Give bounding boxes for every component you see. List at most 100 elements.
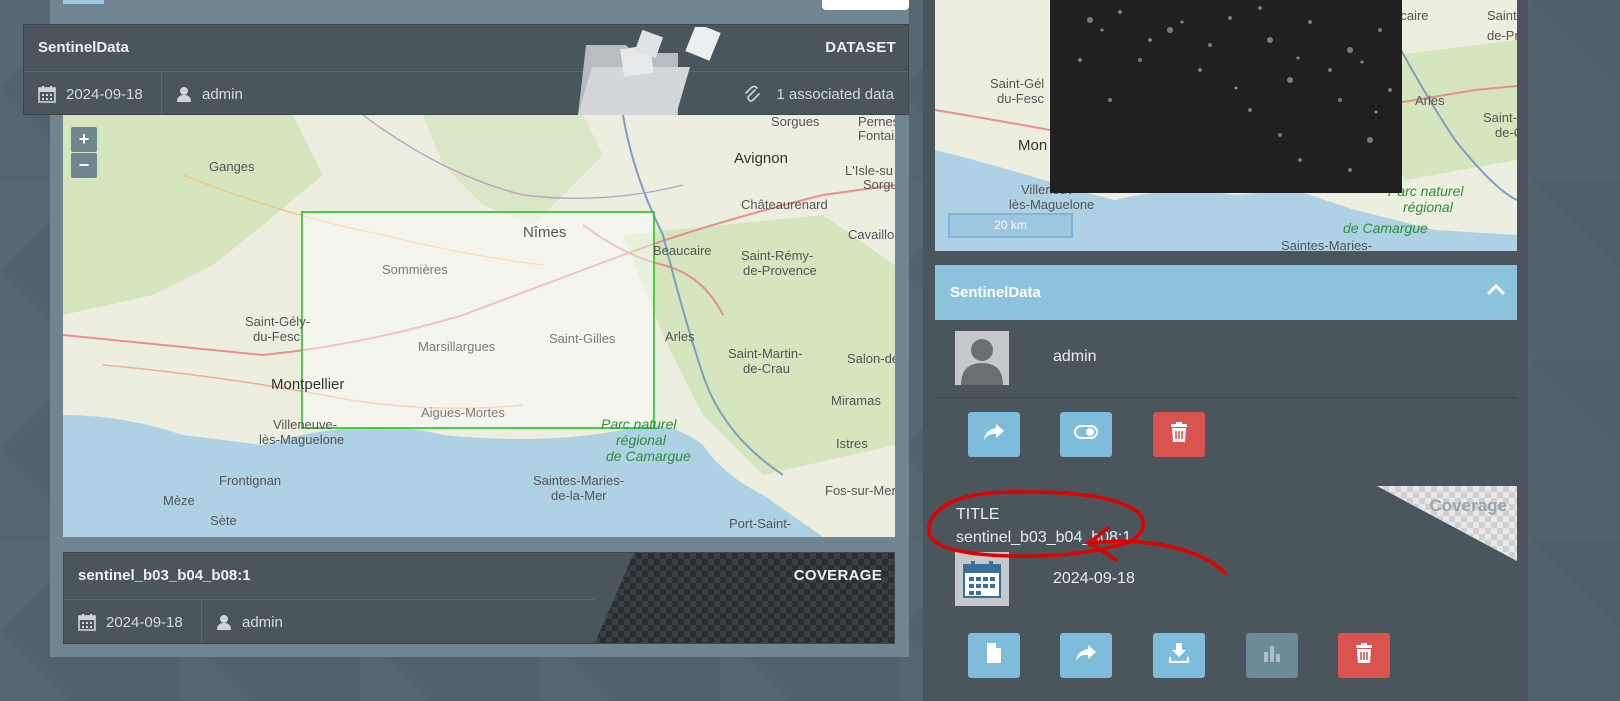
delete-dataset-button[interactable] — [1153, 412, 1205, 457]
share-coverage-button[interactable] — [1060, 633, 1112, 678]
coverage-owner: admin — [216, 600, 283, 643]
svg-text:Villeneuve-: Villeneuve- — [273, 417, 337, 432]
svg-text:Beaucaire: Beaucaire — [653, 243, 712, 258]
svg-text:lès-Maguelone: lès-Maguelone — [259, 432, 344, 447]
svg-text:Fontai: Fontai — [858, 128, 894, 143]
statistics-button[interactable] — [1246, 633, 1298, 678]
panel-title: SentinelData — [950, 284, 1041, 301]
avatar — [955, 331, 1009, 385]
svg-text:lès-Maguelone: lès-Maguelone — [1009, 197, 1094, 212]
download-icon — [1168, 643, 1190, 668]
svg-text:Saint-Gély-: Saint-Gély- — [245, 314, 310, 329]
svg-text:Sorgues: Sorgues — [771, 115, 820, 129]
svg-text:Ganges: Ganges — [209, 159, 255, 174]
zoom-out-button[interactable]: − — [71, 153, 97, 178]
toggle-button[interactable] — [1060, 412, 1112, 457]
dataset-type-label: DATASET — [825, 39, 896, 56]
svg-text:Salon-de: Salon-de — [847, 351, 895, 366]
svg-text:Aigues-Mortes: Aigues-Mortes — [421, 405, 505, 420]
title-value: sentinel_b03_b04_b08:1 — [956, 529, 1132, 546]
dataset-owner-text: admin — [202, 85, 243, 103]
svg-text:Saint-M: Saint-M — [1483, 110, 1517, 125]
svg-text:de Camargue: de Camargue — [606, 448, 691, 464]
user-icon — [176, 86, 192, 102]
folder-icon — [578, 27, 721, 115]
svg-text:Parc naturel: Parc naturel — [601, 416, 677, 432]
trash-icon — [1170, 422, 1188, 447]
svg-text:de-Crau: de-Crau — [743, 361, 790, 376]
svg-text:Mèze: Mèze — [163, 493, 195, 508]
svg-text:Saint-: Saint- — [1487, 8, 1517, 23]
svg-text:Fos-sur-Mer: Fos-sur-Mer — [825, 483, 895, 498]
svg-text:de-Provence: de-Provence — [743, 263, 817, 278]
svg-text:Istres: Istres — [836, 436, 868, 451]
dataset-map[interactable]: Sorgues Pernes Fontai Ganges Avignon L'I… — [63, 115, 895, 537]
svg-text:du-Fesc: du-Fesc — [997, 91, 1044, 106]
coverage-owner-text: admin — [242, 613, 283, 631]
svg-text:Frontignan: Frontignan — [219, 473, 281, 488]
svg-text:Marsillargues: Marsillargues — [418, 339, 496, 354]
scale-bar: 20 km — [948, 213, 1073, 238]
svg-text:Mon: Mon — [1018, 137, 1047, 154]
dataset-title[interactable]: SentinelData — [38, 39, 129, 56]
coverage-actions — [935, 621, 1517, 691]
coverage-panel-date: 2024-09-18 — [1053, 570, 1135, 587]
toggle-icon — [1074, 425, 1098, 444]
coverage-date-text: 2024-09-18 — [106, 613, 183, 631]
dataset-panel-header[interactable]: SentinelData — [935, 265, 1517, 320]
divider — [201, 600, 202, 643]
title-key: TITLE — [956, 506, 1000, 523]
view-metadata-button[interactable] — [968, 633, 1020, 678]
svg-text:Avignon: Avignon — [734, 150, 788, 167]
divider — [161, 72, 162, 116]
chevron-up-icon[interactable] — [1487, 282, 1505, 301]
share-icon — [1075, 644, 1097, 667]
calendar-icon — [38, 85, 56, 103]
owner-name: admin — [1053, 348, 1097, 365]
owner-row: admin — [935, 320, 1517, 398]
svg-text:du-Fesc: du-Fesc — [253, 329, 300, 344]
share-button[interactable] — [968, 412, 1020, 457]
svg-text:Sommières: Sommières — [382, 262, 448, 277]
svg-text:Sète: Sète — [210, 513, 237, 528]
svg-text:Saint-Gél: Saint-Gél — [990, 76, 1044, 91]
dataset-date: 2024-09-18 — [38, 72, 143, 116]
coverage-card[interactable]: sentinel_b03_b04_b08:1 COVERAGE 2024-09-… — [63, 552, 895, 644]
svg-text:Saint-Rémy-: Saint-Rémy- — [741, 248, 813, 263]
coverage-date: 2024-09-18 — [78, 600, 183, 643]
user-icon — [216, 614, 232, 630]
calendar-icon — [78, 613, 96, 631]
dataset-actions — [935, 399, 1517, 471]
file-icon — [986, 643, 1002, 668]
bar-chart-icon — [1262, 644, 1282, 667]
trash-icon — [1355, 643, 1373, 668]
svg-text:Montpellier: Montpellier — [271, 376, 344, 393]
svg-text:Saint-Martin-: Saint-Martin- — [728, 346, 802, 361]
download-button[interactable] — [1153, 633, 1205, 678]
paperclip-icon — [744, 85, 761, 103]
coverage-bbox — [301, 211, 655, 429]
svg-text:de Camargue: de Camargue — [1343, 220, 1428, 236]
coverage-title[interactable]: sentinel_b03_b04_b08:1 — [78, 567, 251, 584]
coverage-corner-label: Coverage — [1429, 496, 1507, 515]
svg-text:de-Pr: de-Pr — [1487, 28, 1517, 43]
svg-text:régional: régional — [616, 432, 667, 448]
svg-text:Nîmes: Nîmes — [523, 224, 566, 241]
dataset-card[interactable]: SentinelData DATASET 2024-09-18 admin 1 … — [23, 24, 909, 116]
satellite-preview-image — [1050, 0, 1402, 193]
svg-text:Sorgu: Sorgu — [863, 177, 895, 192]
top-input-edge[interactable] — [822, 0, 909, 10]
calendar-icon — [955, 552, 1009, 606]
svg-text:de-C: de-C — [1495, 125, 1517, 140]
coverage-type-label: COVERAGE — [793, 567, 882, 584]
svg-text:Arles: Arles — [1415, 93, 1445, 108]
svg-text:Port-Saint-: Port-Saint- — [729, 516, 791, 531]
svg-text:Saint-Gilles: Saint-Gilles — [549, 331, 616, 346]
delete-coverage-button[interactable] — [1338, 633, 1390, 678]
associated-data-text: 1 associated data — [776, 85, 894, 103]
top-button-edge[interactable] — [63, 0, 104, 4]
zoom-in-button[interactable]: + — [71, 127, 97, 152]
associated-data[interactable]: 1 associated data — [744, 72, 894, 116]
share-icon — [983, 423, 1005, 446]
svg-text:régional: régional — [1403, 199, 1454, 215]
